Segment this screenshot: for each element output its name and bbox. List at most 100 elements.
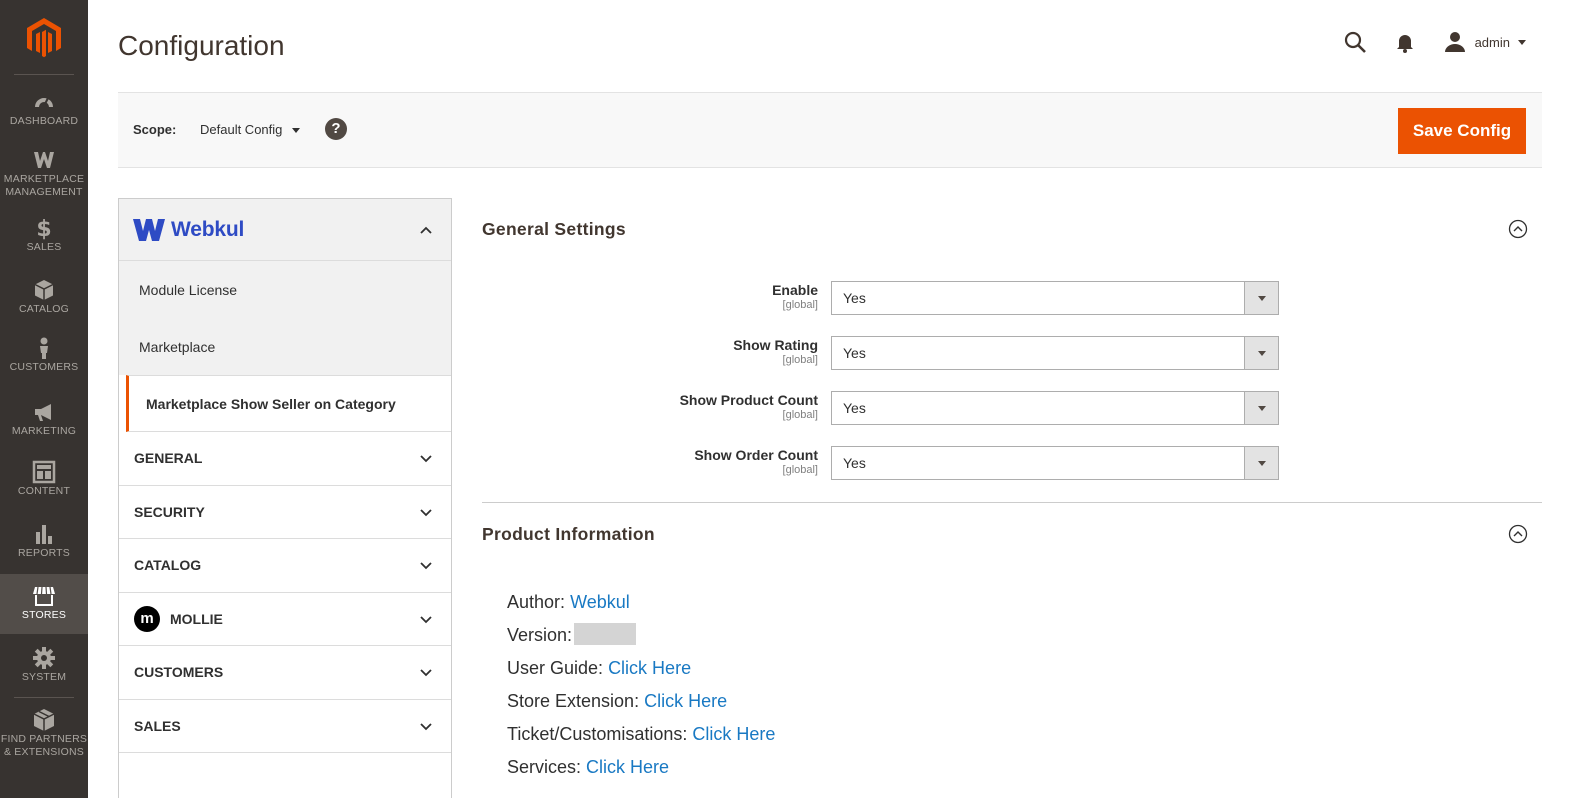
user-guide-link[interactable]: Click Here bbox=[608, 658, 691, 678]
search-icon[interactable] bbox=[1343, 30, 1367, 54]
bell-icon[interactable] bbox=[1393, 30, 1417, 54]
nav-item-marketing[interactable]: MARKETING bbox=[0, 400, 88, 440]
dollar-icon: $ bbox=[36, 217, 51, 240]
field-show-order-count: Show Order Count [global] Yes bbox=[482, 446, 1282, 480]
webkul-logo: Webkul bbox=[133, 218, 244, 242]
enable-select[interactable]: Yes bbox=[831, 281, 1279, 315]
field-scope: [global] bbox=[782, 464, 818, 476]
svg-text:$: $ bbox=[36, 217, 51, 240]
nav-item-catalog[interactable]: CATALOG bbox=[0, 278, 88, 318]
nav-item-stores[interactable]: STORES bbox=[0, 574, 88, 634]
magento-logo-icon[interactable] bbox=[24, 16, 64, 60]
field-label: Enable bbox=[772, 282, 818, 298]
info-label: Author: bbox=[507, 592, 566, 612]
nav-item-dashboard[interactable]: DASHBOARD bbox=[0, 90, 88, 130]
services-link[interactable]: Click Here bbox=[586, 757, 669, 777]
nav-label: SYSTEM bbox=[21, 671, 67, 683]
author-link[interactable]: Webkul bbox=[570, 592, 630, 612]
section-title: Product Information bbox=[482, 524, 655, 544]
nav-item-sales[interactable]: $ SALES bbox=[0, 216, 88, 256]
info-author: Author: Webkul bbox=[507, 586, 775, 619]
product-information-header[interactable]: Product Information bbox=[482, 524, 1542, 554]
nav-item-customers[interactable]: CUSTOMERS bbox=[0, 336, 88, 378]
tab-marketplace-show-seller-on-category[interactable]: Marketplace Show Seller on Category bbox=[126, 375, 451, 432]
field-scope: [global] bbox=[782, 354, 818, 366]
ticket-link[interactable]: Click Here bbox=[692, 724, 775, 744]
nav-item-marketplace-management[interactable]: MARKETPLACE MANAGEMENT bbox=[0, 148, 88, 200]
cube-icon bbox=[33, 709, 55, 731]
tab-section-security[interactable]: SECURITY bbox=[119, 486, 451, 539]
nav-item-content[interactable]: CONTENT bbox=[0, 460, 88, 502]
chevron-down-icon bbox=[420, 455, 432, 463]
tab-section-customers[interactable]: CUSTOMERS bbox=[119, 646, 451, 700]
user-name: admin bbox=[1474, 34, 1510, 50]
tab-label: Marketplace Show Seller on Category bbox=[146, 395, 396, 412]
show-product-count-select[interactable]: Yes bbox=[831, 391, 1279, 425]
tab-label: Marketplace bbox=[139, 338, 216, 355]
chevron-down-icon bbox=[1244, 337, 1278, 369]
user-menu[interactable]: admin bbox=[1443, 30, 1526, 54]
select-value: Yes bbox=[843, 345, 866, 361]
save-config-button[interactable]: Save Config bbox=[1398, 108, 1526, 154]
webkul-w-icon bbox=[34, 152, 54, 168]
nav-label: REPORTS bbox=[18, 547, 70, 559]
nav-item-find-partners[interactable]: FIND PARTNERS & EXTENSIONS bbox=[0, 708, 88, 762]
info-services: Services: Click Here bbox=[507, 751, 775, 784]
user-icon bbox=[1444, 32, 1465, 52]
tab-section-mollie[interactable]: m MOLLIE bbox=[119, 593, 451, 646]
show-rating-select[interactable]: Yes bbox=[831, 336, 1279, 370]
scope-switcher[interactable]: Default Config bbox=[200, 122, 301, 137]
nav-label: CUSTOMERS bbox=[9, 361, 79, 373]
nav-label: CATALOG bbox=[18, 303, 70, 315]
chevron-up-icon bbox=[420, 226, 432, 234]
store-extension-link[interactable]: Click Here bbox=[644, 691, 727, 711]
nav-label: SALES bbox=[26, 241, 62, 253]
field-label: Show Product Count bbox=[679, 392, 818, 408]
show-order-count-select[interactable]: Yes bbox=[831, 446, 1279, 480]
layout-icon bbox=[32, 460, 56, 484]
product-info-list: Author: Webkul Version: User Guide: Clic… bbox=[507, 586, 775, 784]
nav-label: MARKETPLACE MANAGEMENT bbox=[3, 173, 85, 198]
field-scope: [global] bbox=[782, 409, 818, 421]
chevron-down-icon bbox=[1244, 282, 1278, 314]
scope-value: Default Config bbox=[200, 122, 283, 137]
nav-label: STORES bbox=[21, 609, 67, 621]
dashboard-icon bbox=[35, 97, 53, 107]
nav-label: CONTENT bbox=[17, 485, 71, 497]
chevron-down-icon bbox=[420, 722, 432, 730]
select-value: Yes bbox=[843, 455, 866, 471]
chevron-down-icon bbox=[420, 508, 432, 516]
tab-section-sales[interactable]: SALES bbox=[119, 700, 451, 753]
chevron-down-icon bbox=[1518, 39, 1526, 45]
bar-chart-icon bbox=[36, 525, 52, 544]
tab-module-license[interactable]: Module License bbox=[119, 261, 451, 318]
info-ticket: Ticket/Customisations: Click Here bbox=[507, 718, 775, 751]
section-label: CUSTOMERS bbox=[134, 664, 224, 681]
help-icon[interactable]: ? bbox=[325, 118, 347, 140]
field-enable: Enable [global] Yes bbox=[482, 281, 1282, 315]
nav-item-reports[interactable]: REPORTS bbox=[0, 522, 88, 564]
collapse-circle-icon bbox=[1508, 524, 1528, 544]
info-store-extension: Store Extension: Click Here bbox=[507, 685, 775, 718]
version-redacted bbox=[574, 623, 637, 645]
nav-item-system[interactable]: SYSTEM bbox=[0, 646, 88, 686]
section-label: CATALOG bbox=[134, 557, 202, 574]
config-tabs: Webkul Module License Marketplace Market… bbox=[118, 198, 452, 798]
field-show-product-count: Show Product Count [global] Yes bbox=[482, 391, 1282, 425]
tab-section-general[interactable]: GENERAL bbox=[119, 432, 451, 486]
tab-marketplace[interactable]: Marketplace bbox=[119, 318, 451, 375]
info-label: Services: bbox=[507, 757, 582, 777]
info-label: Version: bbox=[507, 625, 573, 645]
section-label: SECURITY bbox=[134, 503, 205, 520]
tab-label: Module License bbox=[139, 281, 238, 298]
tab-section-catalog[interactable]: CATALOG bbox=[119, 539, 451, 593]
field-show-rating: Show Rating [global] Yes bbox=[482, 336, 1282, 370]
chevron-down-icon bbox=[420, 562, 432, 570]
chevron-down-icon bbox=[292, 128, 301, 133]
nav-divider bbox=[14, 74, 74, 75]
general-settings-header[interactable]: General Settings bbox=[482, 219, 1542, 249]
gear-icon bbox=[33, 647, 55, 669]
tab-group-webkul[interactable]: Webkul bbox=[119, 199, 451, 261]
select-value: Yes bbox=[843, 400, 866, 416]
webkul-wordmark: Webkul bbox=[171, 218, 245, 241]
